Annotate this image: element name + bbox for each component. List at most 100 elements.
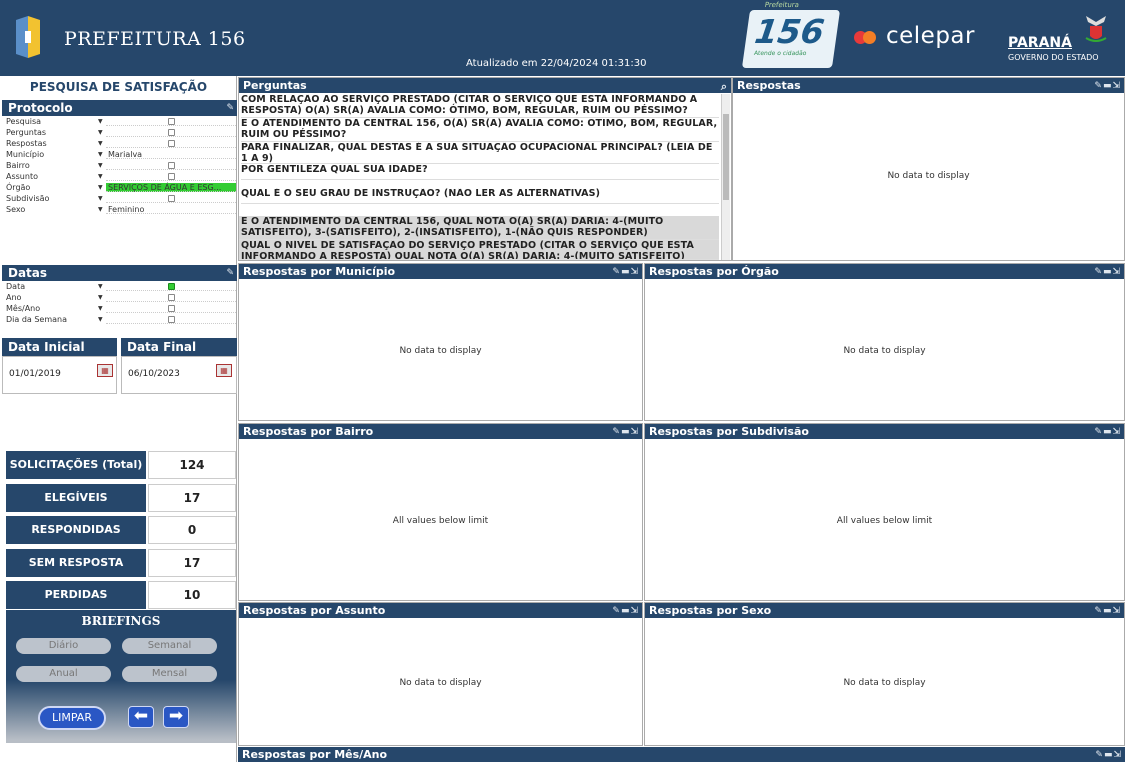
forward-arrow-icon[interactable]: ➡ (163, 706, 189, 728)
panel-tools-icon[interactable]: ✎▬⇲ (1094, 265, 1121, 280)
pergunta-item[interactable]: E O ATENDIMENTO DA CENTRAL 156, QUAL NOT… (239, 216, 719, 240)
badge-top-text: Prefeitura (764, 1, 800, 9)
filter-label: Ano (6, 293, 22, 302)
bairro-header: Respostas por Bairro ✎▬⇲ (239, 424, 642, 439)
celepar-logo: celepar (854, 23, 975, 49)
kpi-label-4: PERDIDAS (6, 581, 146, 609)
filter-row-0[interactable]: Pesquisa ▼ (6, 117, 236, 126)
datas-row-0[interactable]: Data ▼ (6, 282, 236, 291)
filter-row-8[interactable]: Sexo ▼ Feminino (6, 205, 236, 214)
panel-tools-icon[interactable]: ✎▬⇲ (612, 425, 639, 440)
datas-row-2[interactable]: Mês/Ano ▼ (6, 304, 236, 313)
dropdown-arrow-icon[interactable]: ▼ (98, 205, 103, 214)
sexo-title: Respostas por Sexo (649, 604, 772, 617)
checkbox-icon[interactable] (168, 305, 175, 312)
filter-row-4[interactable]: Bairro ▼ (6, 161, 236, 170)
dropdown-arrow-icon[interactable]: ▼ (98, 161, 103, 170)
panel-tools-icon[interactable]: ✎▬⇲ (1095, 748, 1122, 763)
protocolo-header: Protocolo ✎ (2, 100, 237, 116)
dropdown-arrow-icon[interactable]: ▼ (98, 172, 103, 181)
prefeitura-logo-icon (16, 16, 40, 58)
parana-crest-icon (1085, 16, 1107, 42)
filter-row-2[interactable]: Respostas ▼ (6, 139, 236, 148)
eraser-icon[interactable]: ✎ (226, 265, 234, 281)
filter-value[interactable]: Marialva (106, 150, 236, 159)
scroll-thumb[interactable] (723, 114, 729, 200)
filter-row-7[interactable]: Subdivisão ▼ (6, 194, 236, 203)
checkbox-icon[interactable] (168, 294, 175, 301)
orgao-message: No data to display (843, 346, 926, 356)
pesquisa-title: PESQUISA DE SATISFAÇÃO (29, 80, 208, 94)
checkbox-icon[interactable] (168, 129, 175, 136)
dropdown-arrow-icon[interactable]: ▼ (98, 183, 103, 192)
perguntas-header: Perguntas ⌕ (239, 78, 731, 93)
datas-row-3[interactable]: Dia da Semana ▼ (6, 315, 236, 324)
datas-row-1[interactable]: Ano ▼ (6, 293, 236, 302)
perguntas-scrollbar[interactable] (721, 94, 730, 260)
filter-value[interactable]: SERVIÇOS DE ÁGUA E ESG... (106, 183, 236, 192)
filter-row-6[interactable]: Órgão ▼ SERVIÇOS DE ÁGUA E ESG... (6, 183, 236, 192)
dropdown-arrow-icon[interactable]: ▼ (98, 315, 103, 324)
dropdown-arrow-icon[interactable]: ▼ (98, 293, 103, 302)
panel-tools-icon[interactable]: ✎▬⇲ (1094, 604, 1121, 619)
pergunta-item[interactable]: COM RELAÇÃO AO SERVIÇO PRESTADO (CITAR O… (241, 94, 719, 118)
checkbox-icon[interactable] (168, 195, 175, 202)
pergunta-item[interactable]: POR GENTILEZA QUAL SUA IDADE? (241, 164, 719, 180)
checkbox-icon[interactable] (168, 162, 175, 169)
dropdown-arrow-icon[interactable]: ▼ (98, 304, 103, 313)
filter-label: Sexo (6, 205, 26, 214)
checkbox-icon[interactable] (168, 140, 175, 147)
filter-row-3[interactable]: Município ▼ Marialva (6, 150, 236, 159)
filter-label: Município (6, 150, 45, 159)
celepar-text: celepar (886, 23, 975, 49)
dropdown-arrow-icon[interactable]: ▼ (98, 117, 103, 126)
dropdown-arrow-icon[interactable]: ▼ (98, 194, 103, 203)
panel-tools-icon[interactable]: ✎▬⇲ (1094, 425, 1121, 440)
pergunta-item[interactable]: QUAL É O SEU GRAU DE INSTRUÇÃO? (NÃO LER… (241, 188, 719, 204)
bairro-message: All values below limit (392, 516, 489, 526)
anual-button[interactable]: Anual (16, 666, 111, 682)
filter-row-1[interactable]: Perguntas ▼ (6, 128, 236, 137)
eraser-icon[interactable]: ✎ (226, 100, 234, 116)
mensal-button[interactable]: Mensal (122, 666, 217, 682)
bairro-panel: Respostas por Bairro ✎▬⇲ All values below… (238, 423, 643, 601)
panel-tools-icon[interactable]: ✎▬⇲ (612, 604, 639, 619)
calendar-icon[interactable]: ▦ (97, 364, 113, 377)
semanal-button[interactable]: Semanal (122, 638, 217, 654)
pergunta-item[interactable]: QUAL O NÍVEL DE SATISFAÇÃO DO SERVIÇO PR… (239, 240, 719, 260)
search-icon[interactable]: ⌕ (721, 79, 728, 94)
data-final-field[interactable]: 06/10/2023 ▦ (121, 356, 237, 394)
datas-header: Datas ✎ (2, 265, 237, 281)
checkbox-icon[interactable] (168, 283, 175, 290)
assunto-panel: Respostas por Assunto ✎▬⇲ No data to disp… (238, 602, 643, 746)
dropdown-arrow-icon[interactable]: ▼ (98, 139, 103, 148)
dropdown-arrow-icon[interactable]: ▼ (98, 282, 103, 291)
kpi-value-2: 0 (148, 516, 236, 544)
pergunta-item[interactable]: PARA FINALIZAR, QUAL DESTAS É A SUA SITU… (241, 142, 719, 164)
checkbox-icon[interactable] (168, 316, 175, 323)
panel-tools-icon[interactable]: ✎▬⇲ (1094, 79, 1121, 94)
filter-label: Mês/Ano (6, 304, 41, 313)
app-header: PREFEITURA 156 Atualizado em 22/04/2024 … (0, 0, 1125, 76)
checkbox-icon[interactable] (168, 173, 175, 180)
orgao-header: Respostas por Órgão ✎▬⇲ (645, 264, 1124, 279)
kpi-label-0: SOLICITAÇÕES (Total) (6, 451, 146, 479)
diario-button[interactable]: Diário (16, 638, 111, 654)
celepar-dots-icon (854, 30, 880, 44)
badge-sub-text: Atende o cidadão (753, 50, 807, 57)
kpi-value-1: 17 (148, 483, 236, 512)
subdivisao-panel: Respostas por Subdivisão ✎▬⇲ All values b… (644, 423, 1125, 601)
calendar-icon[interactable]: ▦ (216, 364, 232, 377)
data-inicial-field[interactable]: 01/01/2019 ▦ (2, 356, 117, 394)
dropdown-arrow-icon[interactable]: ▼ (98, 128, 103, 137)
filter-row-5[interactable]: Assunto ▼ (6, 172, 236, 181)
back-arrow-icon[interactable]: ⬅ (128, 706, 154, 728)
filter-value[interactable]: Feminino (106, 205, 236, 214)
checkbox-icon[interactable] (168, 118, 175, 125)
dropdown-arrow-icon[interactable]: ▼ (98, 150, 103, 159)
orgao-panel: Respostas por Órgão ✎▬⇲ No data to displa… (644, 263, 1125, 421)
limpar-button[interactable]: LIMPAR (38, 706, 106, 730)
data-final-header: Data Final (121, 338, 237, 356)
panel-tools-icon[interactable]: ✎▬⇲ (612, 265, 639, 280)
pergunta-item[interactable]: E O ATENDIMENTO DA CENTRAL 156, O(A) SR(… (241, 118, 719, 142)
